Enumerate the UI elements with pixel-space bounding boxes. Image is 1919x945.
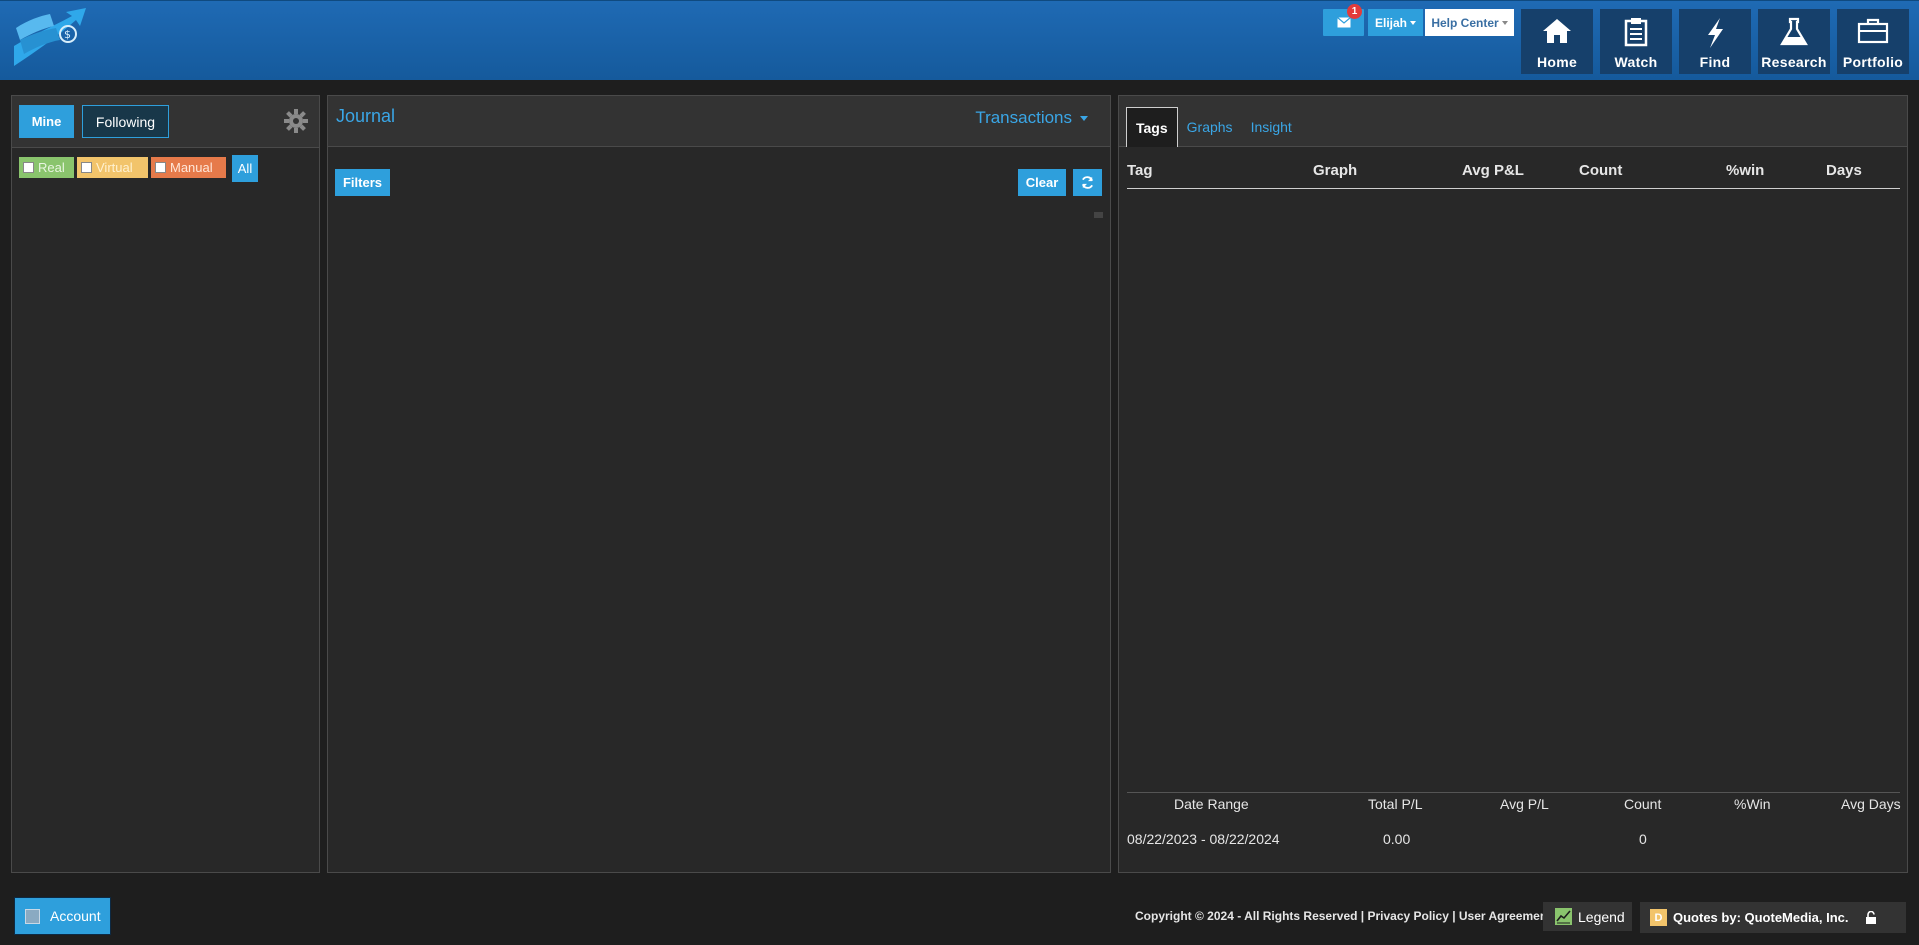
column-win[interactable]: %win (1726, 162, 1764, 179)
user-menu-label: Elijah (1374, 15, 1407, 30)
legend-chart-icon (1555, 908, 1572, 925)
filter-manual[interactable]: Manual (151, 157, 226, 178)
journal-title: Journal (336, 106, 396, 126)
chevron-down-icon (1410, 20, 1416, 25)
flask-icon (1780, 17, 1808, 46)
help-center-label: Help Center (1431, 15, 1499, 30)
stats-panel: Tags Graphs Insight Tag Graph Avg P&L Co… (1118, 95, 1908, 873)
column-graph[interactable]: Graph (1313, 162, 1357, 179)
virtual-checkbox[interactable] (81, 162, 92, 173)
nav-home-label: Home (1536, 54, 1578, 70)
nav-research-label: Research (1761, 54, 1827, 70)
journal-panel-header: Journal Transactions (328, 96, 1110, 147)
help-center-button[interactable]: Help Center (1425, 9, 1514, 36)
header-divider (1127, 188, 1900, 189)
legend-button[interactable]: Legend (1543, 902, 1632, 931)
tab-tags[interactable]: Tags (1126, 107, 1178, 147)
mine-label: Mine (31, 114, 62, 129)
summary-total-pl-header: Total P/L (1368, 796, 1423, 812)
column-days[interactable]: Days (1826, 162, 1862, 179)
stats-tabs: Tags Graphs Insight (1126, 107, 1301, 147)
nav-portfolio-button[interactable]: Portfolio (1837, 9, 1909, 74)
refresh-icon (1081, 176, 1094, 189)
following-label: Following (95, 113, 156, 130)
summary-total-pl-value: 0.00 (1383, 831, 1411, 847)
tab-insight[interactable]: Insight (1242, 107, 1301, 147)
transactions-label: Transactions (975, 108, 1072, 127)
column-count[interactable]: Count (1579, 162, 1622, 179)
nav-research-button[interactable]: Research (1758, 9, 1830, 74)
message-count-badge: 1 (1347, 4, 1362, 19)
filter-virtual-label: Virtual (96, 160, 133, 175)
top-header: $ 1 Elijah Help Center Home Watch Find R… (0, 0, 1919, 80)
quotes-provider[interactable]: D Quotes by: QuoteMedia, Inc. (1640, 902, 1906, 933)
legend-label: Legend (1578, 908, 1625, 925)
lightning-icon (1708, 18, 1723, 48)
summary-count-value: 0 (1639, 831, 1647, 847)
user-menu-button[interactable]: Elijah (1368, 9, 1423, 36)
briefcase-icon (1857, 18, 1889, 44)
clear-label: Clear (1025, 175, 1059, 190)
gear-icon[interactable] (284, 109, 308, 133)
delayed-quote-badge: D (1650, 909, 1667, 926)
summary-avg-pl-header: Avg P/L (1500, 796, 1549, 812)
summary-divider (1127, 792, 1900, 793)
refresh-button[interactable] (1073, 169, 1102, 196)
filter-manual-label: Manual (170, 160, 213, 175)
filter-virtual[interactable]: Virtual (77, 157, 148, 178)
column-avg-pl[interactable]: Avg P&L (1462, 162, 1524, 179)
unlock-icon[interactable] (1865, 911, 1877, 924)
journal-panel: Journal Transactions Filters Clear (327, 95, 1111, 873)
nav-watch-label: Watch (1614, 54, 1658, 70)
nav-portfolio-label: Portfolio (1842, 54, 1904, 70)
account-icon (25, 908, 40, 924)
filter-all-button[interactable]: All (232, 155, 258, 182)
filters-button[interactable]: Filters (335, 169, 390, 196)
chevron-down-icon (1080, 115, 1088, 121)
real-checkbox[interactable] (23, 162, 34, 173)
chevron-down-icon (1501, 20, 1508, 25)
home-icon (1543, 19, 1571, 43)
filters-label: Filters (342, 175, 382, 190)
resize-handle[interactable] (1094, 212, 1103, 218)
quotes-label: Quotes by: QuoteMedia, Inc. (1673, 910, 1849, 925)
nav-find-label: Find (1699, 54, 1731, 70)
account-label: Account (50, 908, 101, 924)
accounts-panel: Mine Following Real Virtual Manual All (11, 95, 320, 873)
tab-graphs[interactable]: Graphs (1178, 107, 1242, 147)
transactions-dropdown[interactable]: Transactions (975, 108, 1088, 128)
nav-find-button[interactable]: Find (1679, 9, 1751, 74)
filter-real-label: Real (38, 160, 65, 175)
summary-win-header: %Win (1734, 796, 1771, 812)
mine-button[interactable]: Mine (19, 105, 74, 138)
summary-count-header: Count (1624, 796, 1662, 812)
stats-panel-header: Tags Graphs Insight (1119, 96, 1907, 147)
summary-date-range-header: Date Range (1174, 796, 1249, 812)
logo-icon[interactable]: $ (10, 6, 102, 72)
svg-text:$: $ (64, 28, 71, 41)
account-button[interactable]: Account (14, 897, 111, 935)
manual-checkbox[interactable] (155, 162, 166, 173)
accounts-panel-header: Mine Following (12, 96, 319, 148)
envelope-icon (1336, 17, 1351, 28)
copyright-text[interactable]: Copyright © 2024 - All Rights Reserved |… (1135, 909, 1551, 923)
column-tag[interactable]: Tag (1127, 162, 1153, 179)
summary-avg-days-header: Avg Days (1841, 796, 1901, 812)
clipboard-icon (1624, 18, 1648, 47)
summary-date-range-value: 08/22/2023 - 08/22/2024 (1127, 831, 1280, 847)
filter-all-label: All (237, 161, 253, 176)
nav-home-button[interactable]: Home (1521, 9, 1593, 74)
clear-button[interactable]: Clear (1018, 169, 1066, 196)
filter-real[interactable]: Real (19, 157, 74, 178)
nav-watch-button[interactable]: Watch (1600, 9, 1672, 74)
following-button[interactable]: Following (82, 105, 169, 138)
